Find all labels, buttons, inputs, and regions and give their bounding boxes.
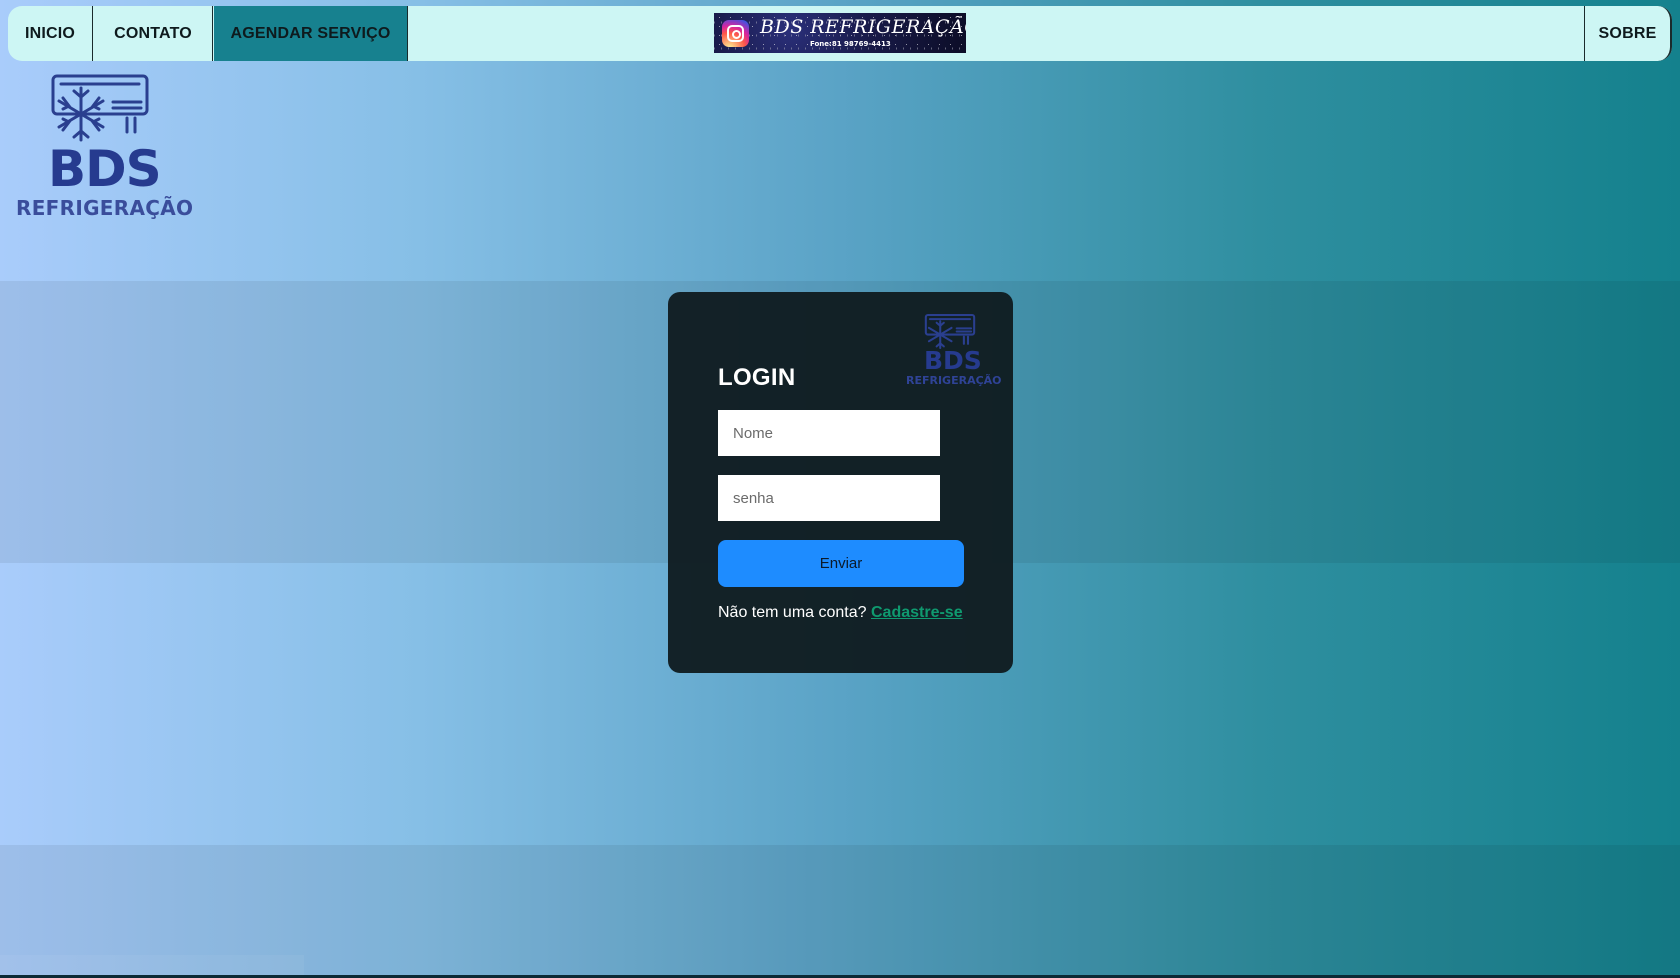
brand-logo: BDS REFRIGERAÇÃO [16,74,200,226]
name-input[interactable] [718,410,940,456]
card-brand-subtitle: REFRIGERAÇÃO [906,374,1002,387]
signup-prompt: Não tem uma conta? Cadastre-se [718,604,963,622]
card-brand-logo: BDS REFRIGERAÇÃO [906,314,1006,394]
password-input[interactable] [718,475,940,521]
instagram-icon [722,20,749,47]
air-conditioner-snowflake-icon [51,74,149,142]
brand-subtitle: REFRIGERAÇÃO [16,196,194,220]
nav-agendar-servico[interactable]: AGENDAR SERVIÇO [214,6,408,61]
submit-button[interactable]: Enviar [718,540,964,587]
login-title: LOGIN [718,364,796,391]
signup-prompt-text: Não tem uma conta? [718,604,867,621]
card-brand-name: BDS [924,346,982,375]
air-conditioner-snowflake-icon [924,314,976,349]
login-card: BDS REFRIGERAÇÃO LOGIN Enviar Não tem um… [668,292,1013,673]
banner-title: BDS REFRIGERAÇÃO [760,16,966,38]
nav-contato[interactable]: CONTATO [94,6,213,61]
instagram-banner[interactable]: BDS REFRIGERAÇÃO Fone:81 98769-4413 [714,13,966,53]
brand-name: BDS [48,140,162,198]
signup-link[interactable]: Cadastre-se [871,604,963,621]
nav-sobre[interactable]: SOBRE [1584,6,1672,61]
banner-phone: Fone:81 98769-4413 [810,40,891,48]
status-bar-ghost [0,955,304,975]
nav-inicio[interactable]: INICIO [8,6,93,61]
